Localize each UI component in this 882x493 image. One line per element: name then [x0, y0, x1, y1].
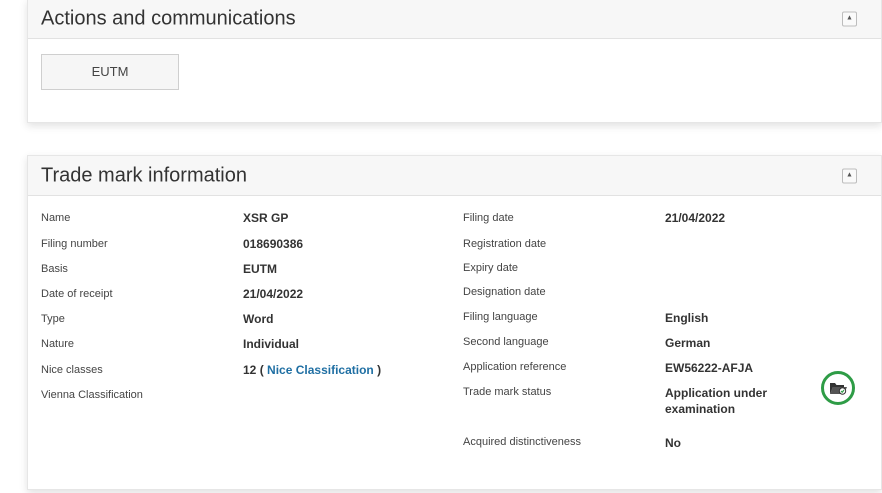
- acquired-distinctiveness-label: Acquired distinctiveness: [463, 436, 582, 448]
- basis-value: EUTM: [243, 262, 277, 276]
- name-label: Name: [41, 212, 71, 224]
- filing-language-label: Filing language: [463, 311, 538, 323]
- filing-date-label: Filing date: [463, 212, 514, 224]
- basis-label: Basis: [41, 263, 68, 275]
- filing-date-value: 21/04/2022: [665, 211, 726, 225]
- second-language-value: German: [665, 336, 711, 350]
- date-of-receipt-label: Date of receipt: [41, 288, 113, 300]
- trade-mark-status-label: Trade mark status: [463, 386, 552, 398]
- name-value: XSR GP: [243, 211, 289, 225]
- filing-number-value: 018690386: [243, 237, 304, 251]
- expiry-date-label: Expiry date: [463, 262, 519, 274]
- application-reference-label: Application reference: [463, 361, 567, 373]
- actions-panel-title: Actions and communications: [41, 7, 296, 30]
- filing-number-label: Filing number: [41, 238, 108, 250]
- nice-link-open-paren: (: [259, 363, 264, 377]
- registration-date-label: Registration date: [463, 238, 547, 250]
- nice-classification-link[interactable]: Nice Classification: [267, 363, 374, 377]
- folder-open-icon-graphic: [830, 383, 847, 395]
- nice-link-close-paren: ): [377, 363, 382, 377]
- collapse-toggle-icon[interactable]: ▲: [842, 168, 857, 183]
- eutm-button[interactable]: EUTM: [41, 54, 179, 90]
- vienna-classification-label: Vienna Classification: [41, 389, 143, 401]
- trade-mark-information-panel: Trade mark information ▲ Name XSR GP Fil…: [27, 155, 882, 490]
- type-value: Word: [243, 312, 274, 326]
- nature-value: Individual: [243, 337, 300, 351]
- designation-date-label: Designation date: [463, 286, 546, 298]
- nice-classes-label: Nice classes: [41, 364, 103, 376]
- nice-classes-value: 12 ( Nice Classification ): [243, 363, 381, 377]
- collapse-toggle-icon[interactable]: ▲: [842, 11, 857, 27]
- type-label: Type: [41, 313, 65, 325]
- trade-mark-panel-title: Trade mark information: [41, 164, 247, 186]
- date-of-receipt-value: 21/04/2022: [243, 287, 304, 301]
- nice-classes-number: 12: [243, 363, 257, 377]
- application-reference-value: EW56222-AFJA: [665, 361, 754, 375]
- folder-open-icon[interactable]: [821, 371, 855, 405]
- nature-label: Nature: [41, 338, 75, 350]
- trade-mark-panel-header: Trade mark information ▲: [28, 156, 881, 196]
- actions-panel-header: Actions and communications ▲: [28, 0, 881, 39]
- filing-language-value: English: [665, 311, 709, 325]
- trade-mark-status-value: Application under examination: [665, 386, 767, 416]
- actions-communications-panel: Actions and communications ▲ EUTM: [27, 0, 882, 123]
- acquired-distinctiveness-value: No: [665, 436, 681, 450]
- second-language-label: Second language: [463, 336, 549, 348]
